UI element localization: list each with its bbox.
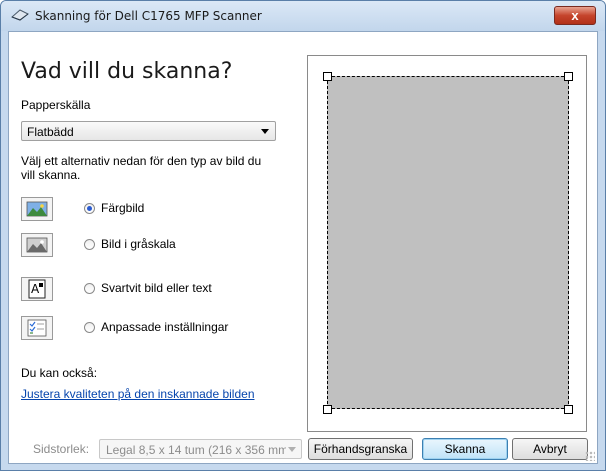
custom-settings-label[interactable]: Anpassade inställningar: [101, 320, 228, 334]
window-title: Skanning för Dell C1765 MFP Scanner: [35, 9, 262, 23]
black-white-text-label[interactable]: Svartvit bild eller text: [101, 281, 212, 295]
scanner-dialog: Skanning för Dell C1765 MFP Scanner x Va…: [0, 0, 606, 471]
black-white-text-icon: A: [21, 277, 53, 301]
paper-source-select[interactable]: Flatbädd: [21, 121, 276, 141]
top-left-handle[interactable]: [323, 72, 332, 81]
grayscale-picture-radio[interactable]: [84, 239, 95, 250]
chevron-down-icon: [261, 129, 269, 134]
scanner-icon: [11, 9, 29, 21]
scan-button[interactable]: Skanna: [422, 438, 508, 460]
page-size-value: Legal 8,5 x 14 tum (216 x 356 mm): [106, 443, 286, 457]
page-title: Vad vill du skanna?: [21, 59, 233, 84]
page-size-label: Sidstorlek:: [33, 442, 90, 456]
top-right-handle[interactable]: [564, 72, 573, 81]
black-white-text-radio[interactable]: [84, 283, 95, 294]
page-size-select: Legal 8,5 x 14 tum (216 x 356 mm): [99, 439, 302, 459]
bottom-right-handle[interactable]: [564, 405, 573, 414]
color-picture-icon: [21, 197, 53, 221]
color-picture-label[interactable]: Färgbild: [101, 201, 144, 215]
title-bar[interactable]: Skanning för Dell C1765 MFP Scanner x: [1, 1, 605, 31]
resize-grip[interactable]: [585, 451, 595, 461]
chevron-down-icon: [288, 447, 296, 452]
preview-area: [307, 55, 587, 432]
grayscale-picture-icon: [21, 233, 53, 257]
preview-button[interactable]: Förhandsgranska: [308, 438, 413, 460]
custom-settings-radio[interactable]: [84, 322, 95, 333]
paper-source-label: Papperskälla: [21, 98, 91, 112]
cancel-button[interactable]: Avbryt: [512, 438, 588, 460]
bottom-left-handle[interactable]: [323, 405, 332, 414]
custom-settings-icon: [21, 316, 53, 340]
paper-source-value: Flatbädd: [27, 125, 74, 139]
scan-selection[interactable]: [327, 76, 569, 409]
options-description: Välj ett alternativ nedan för den typ av…: [21, 154, 262, 182]
grayscale-picture-label[interactable]: Bild i gråskala: [101, 237, 176, 251]
adjust-quality-link[interactable]: Justera kvaliteten på den inskannade bil…: [21, 387, 255, 401]
close-icon: x: [571, 8, 579, 23]
dialog-body: Vad vill du skanna? Papperskälla Flatbäd…: [8, 31, 598, 464]
also-label: Du kan också:: [21, 366, 98, 380]
close-button[interactable]: x: [554, 6, 596, 25]
svg-text:A: A: [31, 282, 40, 296]
color-picture-radio[interactable]: [84, 203, 95, 214]
